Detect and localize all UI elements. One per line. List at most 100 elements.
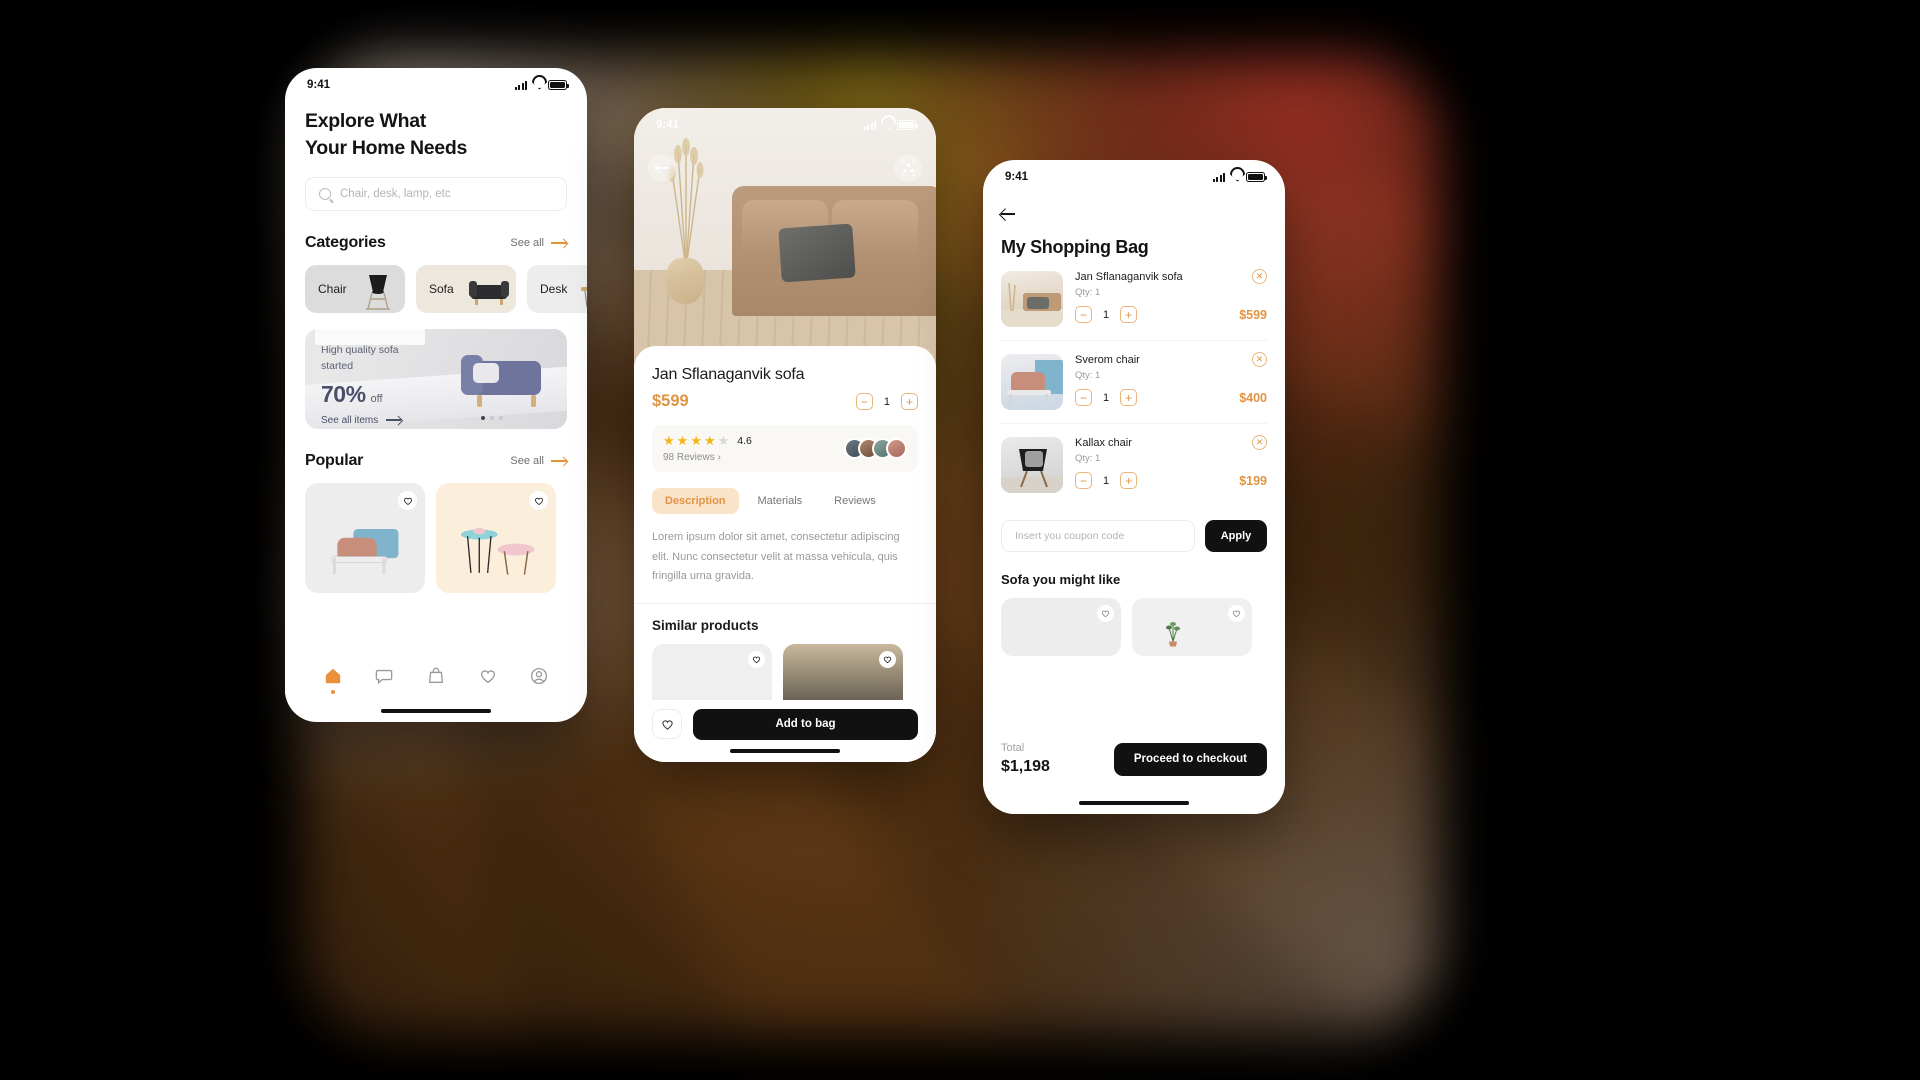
tab-bag[interactable]: [425, 665, 447, 687]
total-value: $1,198: [1001, 758, 1050, 775]
tab-profile[interactable]: [528, 665, 550, 687]
hero-blanket: [778, 223, 856, 283]
price-quantity-row: $599 − 1 +: [652, 392, 918, 411]
similar-card-2[interactable]: [783, 643, 903, 700]
status-time: 9:41: [656, 119, 680, 131]
proceed-to-checkout-button[interactable]: Proceed to checkout: [1113, 742, 1267, 776]
bag-item-name: Sverom chair: [1075, 354, 1140, 366]
category-desk[interactable]: Desk: [527, 265, 587, 314]
favorite-button[interactable]: [748, 650, 765, 668]
quantity-decrease-button[interactable]: −: [1075, 306, 1092, 323]
bag-item-controls: − 1 + $199: [1075, 472, 1267, 489]
quantity-increase-button[interactable]: +: [1120, 389, 1138, 406]
product-name: Jan Sflanaganvik sofa: [652, 366, 805, 383]
categories-see-all[interactable]: See all: [510, 237, 567, 249]
chair-image: [366, 275, 390, 310]
star-icon-empty: ★: [717, 433, 730, 448]
heart-icon: [1232, 610, 1241, 618]
popular-card-2[interactable]: [436, 483, 556, 594]
bag-item-info: Sverom chair Qty: 1 − 1 + $400: [1075, 354, 1267, 410]
similar-products-title: Similar products: [652, 617, 759, 633]
bag-item-price: $599: [1239, 307, 1267, 322]
rating-value: 4.6: [737, 434, 752, 447]
remove-item-button[interactable]: ✕: [1252, 269, 1267, 284]
similar-card-1[interactable]: [652, 643, 772, 700]
back-button[interactable]: [648, 154, 676, 182]
popular-header: Popular See all: [305, 452, 567, 470]
search-input[interactable]: Chair, desk, lamp, etc: [305, 177, 567, 212]
rating-stars-row: ★ ★ ★ ★ ★ 4.6: [663, 434, 752, 447]
bag-item-name: Jan Sflanaganvik sofa: [1075, 271, 1183, 283]
quantity-increase-button[interactable]: +: [1120, 472, 1138, 489]
product-thumbnail[interactable]: [1001, 354, 1063, 410]
search-placeholder: Chair, desk, lamp, etc: [340, 188, 451, 201]
reviewer-avatars[interactable]: [844, 438, 907, 459]
heart-icon: [883, 656, 892, 663]
category-chair[interactable]: Chair: [305, 265, 405, 314]
add-to-favorites-button[interactable]: [652, 709, 682, 739]
favorite-button[interactable]: [398, 491, 417, 511]
bag-item-qty-label: Qty: 1: [1075, 370, 1101, 381]
popular-see-all[interactable]: See all: [510, 455, 567, 467]
category-sofa[interactable]: Sofa: [416, 265, 516, 314]
tab-reviews[interactable]: Reviews: [821, 488, 889, 514]
favorite-button[interactable]: [529, 491, 548, 511]
chevron-right-icon: ›: [717, 452, 721, 463]
product-thumbnail[interactable]: [1001, 271, 1063, 327]
carousel-dot-2[interactable]: [490, 416, 494, 421]
reviews-count: 98 Reviews: [663, 452, 715, 463]
back-button[interactable]: [1001, 204, 1021, 224]
signal-icon: [1212, 172, 1225, 182]
remove-item-button[interactable]: ✕: [1252, 435, 1267, 450]
popular-card-1[interactable]: [305, 483, 425, 594]
promo-sofa-image: [461, 355, 541, 408]
star-icon: ★: [676, 433, 689, 448]
ar-view-button[interactable]: [894, 154, 922, 182]
bag-item-qty-label: Qty: 1: [1075, 287, 1101, 298]
quantity-stepper: − 1 +: [1075, 389, 1138, 406]
home-indicator: [730, 749, 840, 753]
profile-icon: [531, 667, 548, 685]
favorite-button[interactable]: [1097, 605, 1114, 622]
favorite-button[interactable]: [1228, 605, 1245, 622]
bag-item-qty-label: Qty: 1: [1075, 453, 1101, 464]
carousel-dots[interactable]: [481, 416, 503, 421]
tab-materials[interactable]: Materials: [745, 488, 816, 514]
status-bar-detail: 9:41: [634, 108, 936, 142]
apply-coupon-button[interactable]: Apply: [1205, 520, 1267, 552]
detail-tabs: Description Materials Reviews: [652, 488, 918, 514]
tab-description[interactable]: Description: [652, 488, 739, 514]
suggestion-card-1[interactable]: [1001, 598, 1121, 656]
tab-favorites[interactable]: [477, 665, 499, 687]
product-thumbnail[interactable]: [1001, 437, 1063, 493]
favorite-button[interactable]: [879, 650, 896, 668]
promo-see-all-items[interactable]: See all items: [321, 415, 402, 426]
status-icons: [514, 80, 569, 90]
page-title: My Shopping Bag: [1001, 237, 1149, 257]
reviews-link[interactable]: 98 Reviews ›: [663, 452, 752, 463]
quantity-decrease-button[interactable]: −: [1075, 389, 1092, 406]
carousel-dot-1[interactable]: [481, 416, 485, 421]
quantity-decrease-button[interactable]: −: [1075, 472, 1092, 489]
carousel-dot-3[interactable]: [499, 416, 503, 421]
remove-item-button[interactable]: ✕: [1252, 352, 1267, 367]
sofa-image: [469, 281, 509, 306]
plant-image: [1166, 622, 1180, 647]
quantity-decrease-button[interactable]: −: [855, 393, 873, 410]
tab-home[interactable]: [322, 665, 344, 694]
suggestions-list: [1001, 598, 1267, 656]
active-tab-indicator: [330, 690, 335, 694]
coupon-input[interactable]: Insert you coupon code: [1001, 520, 1195, 552]
quantity-increase-button[interactable]: +: [901, 393, 918, 410]
quantity-increase-button[interactable]: +: [1120, 306, 1138, 323]
promo-banner[interactable]: High quality sofa started 70% off See al…: [305, 329, 567, 430]
total-label: Total: [1001, 742, 1025, 754]
tab-chat[interactable]: [373, 665, 395, 687]
signal-icon: [514, 80, 527, 90]
category-label: Sofa: [429, 282, 454, 297]
chair-thumb-image: [1001, 449, 1063, 493]
add-to-bag-button[interactable]: Add to bag: [693, 708, 918, 740]
table-set-image: [460, 527, 535, 575]
suggestion-card-2[interactable]: [1132, 598, 1252, 656]
wifi-icon: [1230, 173, 1241, 182]
